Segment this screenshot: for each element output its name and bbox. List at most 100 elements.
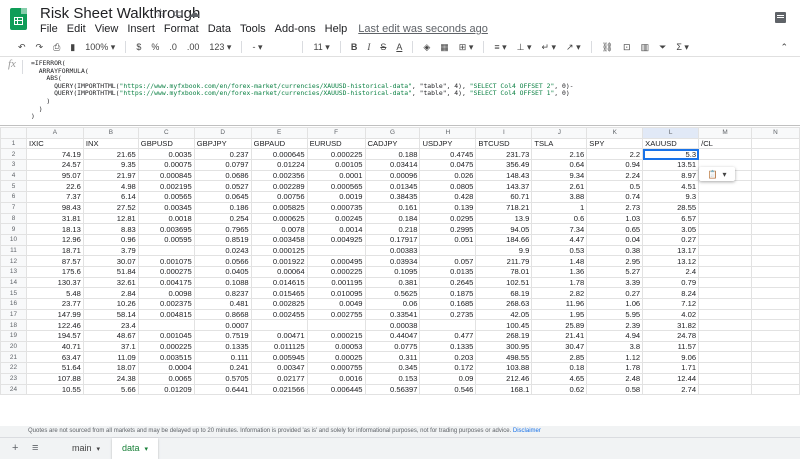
- cell[interactable]: [419, 244, 477, 257]
- cell[interactable]: 0.09: [419, 372, 477, 385]
- cell[interactable]: [698, 212, 752, 225]
- cell[interactable]: 0.2645: [419, 276, 477, 289]
- cell[interactable]: 0.0475: [419, 159, 477, 171]
- cell[interactable]: 0.5705: [193, 372, 252, 385]
- column-header[interactable]: E: [250, 127, 308, 139]
- cell[interactable]: 1: [531, 201, 588, 214]
- cell[interactable]: XAUUSD: [642, 137, 700, 150]
- cell[interactable]: [698, 383, 752, 396]
- cell[interactable]: 0.33541: [364, 308, 421, 321]
- cell[interactable]: [306, 244, 366, 257]
- cell[interactable]: 0.477: [419, 330, 477, 342]
- cell[interactable]: BTCUSD: [475, 137, 533, 150]
- cell[interactable]: 0.0065: [137, 372, 195, 385]
- cell[interactable]: 0.56397: [364, 383, 421, 396]
- cell[interactable]: 63.47: [25, 351, 84, 364]
- cell[interactable]: 21.97: [82, 169, 139, 182]
- cell[interactable]: 2.74: [642, 383, 700, 396]
- column-header[interactable]: M: [698, 127, 752, 139]
- cell[interactable]: 51.84: [82, 265, 139, 278]
- cell[interactable]: [698, 287, 752, 299]
- cell[interactable]: 0.0775: [364, 340, 421, 353]
- zoom-select[interactable]: 100% ▾: [85, 42, 115, 53]
- select-all-corner[interactable]: [0, 127, 27, 139]
- tab-data[interactable]: data ▾: [112, 438, 159, 459]
- cell[interactable]: 78.01: [475, 265, 533, 278]
- cell[interactable]: 22.6: [25, 180, 84, 193]
- cell[interactable]: 1.78: [586, 362, 644, 374]
- cell[interactable]: 3.8: [586, 340, 644, 353]
- cell[interactable]: 0.00756: [250, 191, 308, 203]
- cell[interactable]: 0.0686: [193, 169, 252, 182]
- menu-help[interactable]: Help: [325, 23, 348, 35]
- insert-comment-icon[interactable]: ⊡: [623, 42, 631, 53]
- cell[interactable]: 148.43: [475, 169, 533, 182]
- cell[interactable]: 0.03934: [364, 255, 421, 267]
- cell[interactable]: 0.6: [531, 212, 588, 225]
- cell[interactable]: 0.00471: [250, 330, 308, 342]
- cell[interactable]: 0.188: [364, 148, 421, 161]
- cell[interactable]: [750, 180, 800, 193]
- currency-button[interactable]: $: [136, 42, 141, 52]
- cell[interactable]: 1.71: [642, 362, 700, 374]
- cell[interactable]: [698, 180, 752, 193]
- cell[interactable]: 6.57: [642, 212, 700, 225]
- cell[interactable]: [250, 319, 308, 332]
- cell[interactable]: 0.04: [586, 233, 644, 246]
- cell[interactable]: 0.000845: [137, 169, 195, 182]
- cell[interactable]: [750, 265, 800, 278]
- cell[interactable]: 1.36: [531, 265, 588, 278]
- cell[interactable]: 2.61: [531, 180, 588, 193]
- cell[interactable]: 48.67: [82, 330, 139, 342]
- cell[interactable]: [750, 244, 800, 257]
- cell[interactable]: 12.44: [642, 372, 700, 385]
- cell[interactable]: TSLA: [531, 137, 588, 150]
- row-header[interactable]: 23: [0, 372, 27, 385]
- cell[interactable]: GBPAUD: [250, 137, 308, 150]
- row-header[interactable]: 4: [0, 169, 27, 182]
- cell[interactable]: 32.61: [82, 276, 139, 289]
- cell[interactable]: [137, 319, 195, 332]
- cell[interactable]: 0.1875: [419, 287, 477, 299]
- row-header[interactable]: 13: [0, 265, 27, 278]
- cell[interactable]: 0.005825: [250, 201, 308, 214]
- row-header[interactable]: 18: [0, 319, 27, 332]
- cell[interactable]: 0.00383: [364, 244, 421, 257]
- cell[interactable]: 0.1685: [419, 298, 477, 310]
- cell[interactable]: 11.96: [531, 298, 588, 310]
- cell[interactable]: 5.66: [82, 383, 139, 396]
- cell[interactable]: 60.71: [475, 191, 533, 203]
- row-header[interactable]: 12: [0, 255, 27, 267]
- menu-addons[interactable]: Add-ons: [275, 23, 316, 35]
- cell[interactable]: 0.011125: [250, 340, 308, 353]
- cell[interactable]: 212.46: [475, 372, 533, 385]
- cell[interactable]: 28.55: [642, 201, 700, 214]
- cell[interactable]: 9.35: [82, 159, 139, 171]
- cell[interactable]: 0.01224: [250, 159, 308, 171]
- column-header[interactable]: A: [25, 127, 84, 139]
- cell[interactable]: 68.19: [475, 287, 533, 299]
- cell[interactable]: 5.27: [586, 265, 644, 278]
- row-header[interactable]: 24: [0, 383, 27, 396]
- cell[interactable]: 87.57: [25, 255, 84, 267]
- cell[interactable]: 0.0019: [306, 191, 366, 203]
- cell[interactable]: 211.79: [475, 255, 533, 267]
- cell[interactable]: 4.94: [586, 330, 644, 342]
- column-header[interactable]: G: [364, 127, 421, 139]
- menu-file[interactable]: File: [40, 23, 58, 35]
- cell[interactable]: 0.02177: [250, 372, 308, 385]
- cell[interactable]: 0.546: [419, 383, 477, 396]
- cell[interactable]: 1.03: [586, 212, 644, 225]
- cell[interactable]: [698, 255, 752, 267]
- cell[interactable]: 21.41: [531, 330, 588, 342]
- cell[interactable]: [698, 319, 752, 332]
- vertical-align-icon[interactable]: ⊥ ▾: [517, 42, 532, 53]
- cell[interactable]: 194.57: [25, 330, 84, 342]
- cell[interactable]: 0.00064: [250, 265, 308, 278]
- cell[interactable]: CADJPY: [364, 137, 421, 150]
- cell[interactable]: 0.111: [193, 351, 252, 364]
- cell[interactable]: [750, 362, 800, 374]
- cell[interactable]: 2.4: [642, 265, 700, 278]
- insert-link-icon[interactable]: ⛓: [602, 42, 613, 53]
- cell[interactable]: [750, 223, 800, 235]
